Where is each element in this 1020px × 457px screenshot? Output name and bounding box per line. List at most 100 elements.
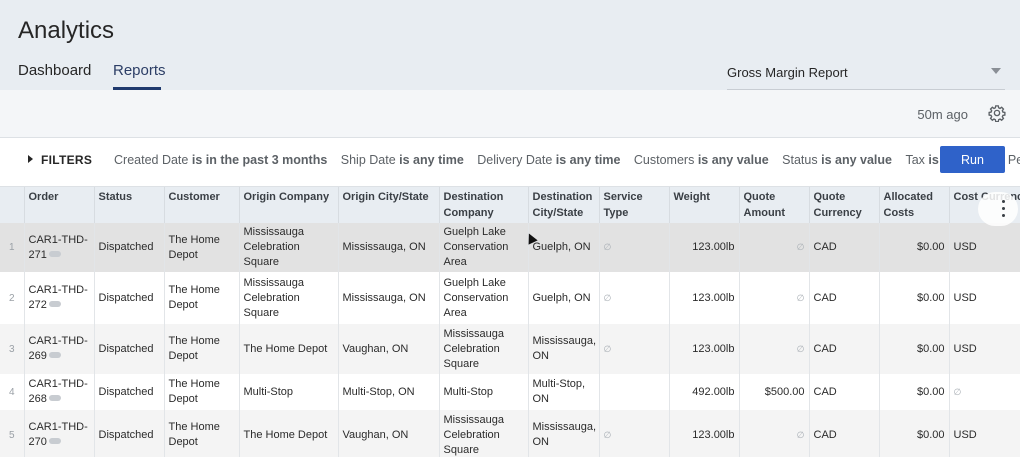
row-index: 3 (0, 324, 25, 374)
filters-toggle[interactable]: FILTERS (28, 153, 92, 167)
table-row[interactable]: 3 CAR1-THD-269 Dispatched The Home Depot… (0, 324, 1020, 374)
kebab-dot (1002, 207, 1005, 210)
kebab-dot (1002, 200, 1005, 203)
filter-chip-created-date[interactable]: Created Date is in the past 3 months (114, 153, 327, 167)
more-dots-icon[interactable] (48, 395, 61, 401)
cell-dest-city: Mississauga, ON (528, 324, 600, 374)
cell-dest-company: Mississauga Celebration Square (439, 324, 529, 374)
cell-origin-company: The Home Depot (239, 324, 339, 374)
column-header[interactable]: Service Type (599, 187, 670, 223)
cell-customer: The Home Depot (164, 272, 240, 324)
filter-chip-customers[interactable]: Customers is any value (634, 153, 769, 167)
filter-field: Status (782, 153, 818, 167)
cell-status: Dispatched (94, 374, 165, 410)
column-header[interactable]: Order (24, 187, 95, 223)
table-row[interactable]: 4 CAR1-THD-268 Dispatched The Home Depot… (0, 374, 1020, 410)
cell-quote-currency: CAD (809, 272, 880, 324)
filter-condition: is any time (555, 153, 621, 167)
run-button[interactable]: Run (940, 146, 1005, 173)
cell-origin-city: Vaughan, ON (338, 324, 440, 374)
cell-order[interactable]: CAR1-THD-268 (24, 374, 95, 410)
row-index: 5 (0, 410, 25, 457)
cell-dest-city: Guelph, ON (528, 223, 600, 272)
cell-service: ∅ (599, 272, 670, 324)
more-dots-icon[interactable] (48, 301, 61, 307)
filter-field: Customers (633, 153, 695, 167)
cell-service: ∅ (599, 223, 670, 272)
tab-dashboard[interactable]: Dashboard (18, 62, 91, 79)
cell-quote-amount: ∅ (739, 410, 810, 457)
cell-quote-amount: ∅ (739, 272, 810, 324)
filter-chip-ship-date[interactable]: Ship Date is any time (341, 153, 464, 167)
filter-field: Delivery Date (477, 153, 553, 167)
filter-field: Created Date (114, 153, 189, 167)
cell-quote-currency: CAD (809, 374, 880, 410)
cell-origin-city: Multi-Stop, ON (338, 374, 440, 410)
cell-quote-currency: CAD (809, 324, 880, 374)
cell-order[interactable]: CAR1-THD-269 (24, 324, 95, 374)
cell-status: Dispatched (94, 410, 165, 457)
cell-origin-city: Mississauga, ON (338, 223, 440, 272)
column-header[interactable]: Destination Company (439, 187, 529, 223)
row-index: 4 (0, 374, 25, 410)
kebab-dot (1002, 214, 1005, 217)
more-dots-icon[interactable] (48, 250, 61, 257)
filter-condition: is in the past 3 months (191, 153, 328, 167)
cell-dest-company: Mississauga Celebration Square (439, 410, 529, 457)
page-title: Analytics (18, 17, 115, 44)
column-header[interactable]: Customer (164, 187, 240, 223)
filter-chip-status[interactable]: Status is any value (782, 153, 892, 167)
cell-cost-currency: USD (949, 223, 1020, 272)
cell-customer: The Home Depot (164, 410, 240, 457)
report-select-value: Gross Margin Report (727, 65, 848, 80)
table-row[interactable]: 2 CAR1-THD-272 Dispatched The Home Depot… (0, 272, 1020, 324)
report-toolbar: 50m ago (0, 90, 1020, 138)
cell-cost-currency: USD (949, 324, 1020, 374)
cell-weight: 123.00lb (669, 410, 740, 457)
column-header[interactable]: Allocated Costs (879, 187, 950, 223)
cell-order[interactable]: CAR1-THD-270 (24, 410, 95, 457)
cell-service (599, 374, 670, 410)
cell-weight: 492.00lb (669, 374, 740, 410)
table-row[interactable]: 1 CAR1-THD-271 Dispatched The Home Depot… (0, 223, 1020, 272)
cell-cost-currency: ∅ (949, 374, 1020, 410)
filter-field: Tax (905, 153, 925, 167)
cell-status: Dispatched (94, 272, 165, 324)
filter-chip-delivery-date[interactable]: Delivery Date is any time (477, 153, 620, 167)
cell-origin-city: Mississauga, ON (338, 272, 440, 324)
more-dots-icon[interactable] (48, 438, 61, 444)
table-row[interactable]: 5 CAR1-THD-270 Dispatched The Home Depot… (0, 410, 1020, 457)
cell-order[interactable]: CAR1-THD-271 (24, 223, 95, 272)
table-header-row: Order Status Customer Origin Company Ori… (0, 187, 1020, 223)
cell-dest-city: Mississauga, ON (528, 410, 600, 457)
cell-quote-amount: $500.00 (739, 374, 810, 410)
column-header-index (0, 187, 25, 223)
tab-reports[interactable]: Reports (113, 62, 166, 79)
column-header[interactable]: Quote Currency (809, 187, 880, 223)
column-header[interactable]: Origin Company (239, 187, 339, 223)
column-header[interactable]: Origin City/State (338, 187, 440, 223)
cell-order[interactable]: CAR1-THD-272 (24, 272, 95, 324)
cell-service: ∅ (599, 324, 670, 374)
cell-allocated: $0.00 (879, 272, 950, 324)
cell-origin-company: Mississauga Celebration Square (239, 223, 339, 272)
cell-status: Dispatched (94, 324, 165, 374)
cell-customer: The Home Depot (164, 324, 240, 374)
cell-quote-amount: ∅ (739, 324, 810, 374)
column-header[interactable]: Status (94, 187, 165, 223)
kebab-menu-icon[interactable] (978, 192, 1018, 226)
cell-status: Dispatched (94, 223, 165, 272)
report-select[interactable]: Gross Margin Report (727, 56, 1005, 90)
cell-allocated: $0.00 (879, 324, 950, 374)
cell-dest-company: Guelph Lake Conservation Area (439, 272, 529, 324)
column-header[interactable]: Quote Amount (739, 187, 810, 223)
column-header[interactable]: Destination City/State (528, 187, 600, 223)
row-index: 1 (0, 223, 25, 272)
cell-allocated: $0.00 (879, 374, 950, 410)
column-header[interactable]: Weight (669, 187, 740, 223)
cell-weight: 123.00lb (669, 272, 740, 324)
gear-icon[interactable] (988, 104, 1006, 122)
filter-chips: Created Date is in the past 3 months Shi… (114, 153, 1020, 167)
more-dots-icon[interactable] (48, 352, 61, 358)
cell-service: ∅ (599, 410, 670, 457)
